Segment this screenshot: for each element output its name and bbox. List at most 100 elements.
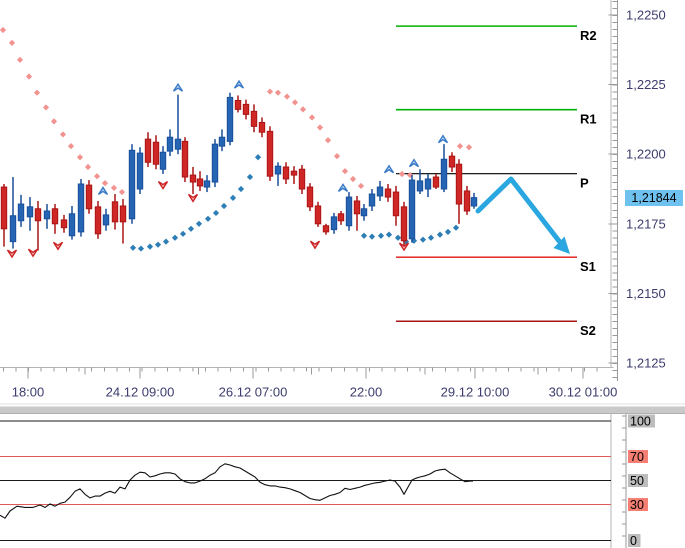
candle-body — [298, 168, 306, 190]
sar-dot-above — [398, 170, 406, 178]
sar-dot-above — [76, 154, 84, 161]
candlestick — [330, 212, 338, 234]
candle-body — [9, 215, 17, 243]
candle-body — [189, 174, 197, 183]
forecast-arrow-layer[interactable] — [475, 176, 570, 254]
candlestick — [416, 169, 424, 195]
candle-body — [424, 178, 432, 190]
candlestick — [368, 189, 376, 211]
candle-body — [258, 121, 266, 133]
current-price-text: 1,21844 — [631, 190, 677, 205]
candlestick — [250, 104, 258, 133]
sar-dot-below — [154, 241, 162, 248]
sar-dot-below — [377, 232, 385, 239]
candlestick — [448, 152, 456, 173]
candlestick — [136, 147, 144, 195]
price-axis-label: 1,2225 — [626, 77, 666, 92]
rsi-line — [0, 463, 473, 519]
sar-dot-below — [187, 225, 195, 232]
candles-layer — [0, 92, 478, 251]
sar-dot-below — [229, 194, 237, 202]
candle-body — [0, 186, 8, 230]
fractal-down-arrow — [157, 181, 169, 190]
candlestick — [400, 201, 408, 246]
candle-body — [94, 206, 102, 235]
rsi-level-label-50: 50 — [630, 474, 644, 488]
candle-body — [448, 155, 456, 168]
sar-dot-above — [291, 99, 299, 106]
candle-body — [203, 180, 211, 188]
candle-body — [43, 210, 51, 220]
candle-body — [242, 103, 250, 115]
sar-dot-below — [444, 228, 452, 235]
candle-body — [463, 190, 471, 212]
sar-dot-above — [266, 88, 274, 95]
candlestick — [128, 144, 136, 224]
candlestick — [408, 175, 416, 243]
candle-body — [400, 206, 408, 242]
candle-body — [68, 213, 76, 237]
sar-dot-below — [360, 232, 368, 239]
sar-dot-below — [162, 238, 170, 245]
forecast-arrow-line[interactable] — [475, 176, 562, 244]
axes-layer: 1,2250 1,2225 1,2200 1,2175 1,2150 1,2125 18:0… — [0, 0, 666, 400]
candlestick — [226, 92, 234, 146]
rsi-indicator-layer: 100 70 50 30 0 — [0, 413, 685, 548]
candle-body — [282, 166, 290, 180]
candlestick — [0, 183, 8, 247]
sar-dot-below — [220, 202, 228, 210]
candle-body — [234, 99, 242, 110]
fractal-up-arrow — [337, 183, 349, 192]
price-axis-label: 1,2150 — [626, 286, 666, 301]
rsi-axes: 100 70 50 30 0 — [0, 413, 685, 548]
fractal-up-arrow — [172, 82, 184, 92]
fractal-down-arrow — [27, 248, 39, 258]
fractal-down-arrow — [52, 241, 64, 251]
candle-body — [128, 149, 136, 220]
candle-body — [226, 96, 234, 142]
sar-dot-above — [299, 106, 307, 113]
sar-dot-below — [237, 185, 245, 193]
candle-body — [470, 197, 478, 207]
time-axis-label: 30.12 01:00 — [549, 385, 618, 400]
sar-dot-above — [274, 89, 282, 96]
candle-body — [392, 191, 400, 217]
panel-splitter[interactable] — [0, 406, 685, 414]
candle-body — [314, 205, 322, 225]
candle-body — [77, 183, 85, 233]
sar-dot-below — [436, 231, 444, 238]
candlestick — [274, 162, 282, 186]
price-axis-label: 1,2125 — [626, 356, 666, 371]
sar-dot-below — [419, 236, 427, 243]
fractal-up-arrow — [233, 79, 245, 89]
candlestick — [166, 129, 174, 157]
sar-dot-above — [283, 93, 291, 100]
candle-body — [440, 158, 448, 190]
candle-body — [144, 138, 152, 163]
time-axis-label: 26.12 07:00 — [219, 385, 288, 400]
indicator-scale[interactable] — [612, 413, 685, 548]
fractal-down-arrow — [309, 240, 321, 250]
candlestick — [376, 180, 384, 201]
candle-body — [368, 193, 376, 207]
candle-body — [432, 176, 440, 188]
sar-dot-above — [8, 39, 16, 46]
candle-body — [455, 163, 463, 205]
candlestick — [432, 173, 440, 189]
sar-dot-above — [59, 131, 67, 138]
price-axis-label: 1,2200 — [626, 147, 666, 162]
candlestick — [85, 180, 93, 214]
candle-body — [174, 138, 182, 150]
candlestick — [77, 178, 85, 237]
candle-body — [119, 205, 127, 223]
current-price-badge: 1,21844 — [625, 189, 683, 206]
candlestick — [353, 195, 361, 231]
candlestick — [242, 99, 250, 120]
sar-dot-above — [349, 175, 357, 183]
sar-dot-above — [110, 184, 118, 191]
sar-dot-above — [465, 144, 473, 151]
sar-dot-above — [101, 180, 109, 187]
chart-canvas[interactable]: 1,2250 1,2225 1,2200 1,2175 1,2150 1,2125 18:0… — [0, 0, 685, 548]
candle-body — [353, 200, 361, 215]
sar-dot-below — [394, 234, 402, 241]
